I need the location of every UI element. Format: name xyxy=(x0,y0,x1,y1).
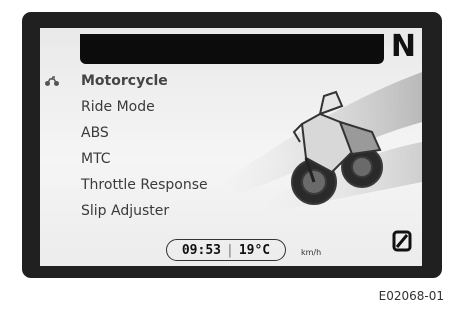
figure-reference: E02068-01 xyxy=(378,289,444,303)
menu-item-mtc[interactable]: MTC xyxy=(40,146,240,172)
ambient-temperature: 19°C xyxy=(238,242,271,258)
clock-time: 09:53 xyxy=(181,242,221,258)
zero-reset-icon xyxy=(392,230,412,252)
menu-item-label: Slip Adjuster xyxy=(81,203,170,219)
menu-item-label: Motorcycle xyxy=(81,73,168,89)
status-pill: 09:53 | 19°C xyxy=(166,239,286,261)
top-bar xyxy=(80,34,384,64)
menu-item-label: MTC xyxy=(81,151,111,167)
status-separator: | xyxy=(226,242,234,258)
gear-indicator: N xyxy=(390,29,416,64)
menu-item-abs[interactable]: ABS xyxy=(40,120,240,146)
tft-display: N Motorcycle Ride Mode ABS MTC Throttle … xyxy=(40,28,422,266)
menu-item-label: ABS xyxy=(81,125,109,141)
menu-item-label: Throttle Response xyxy=(81,177,208,193)
motorcycle-icon xyxy=(45,76,59,86)
menu-item-ride-mode[interactable]: Ride Mode xyxy=(40,94,240,120)
menu-item-throttle-response[interactable]: Throttle Response xyxy=(40,172,240,198)
speed-unit: km/h xyxy=(301,248,322,257)
settings-menu: Motorcycle Ride Mode ABS MTC Throttle Re… xyxy=(40,68,240,224)
menu-item-motorcycle[interactable]: Motorcycle xyxy=(40,68,240,94)
menu-item-label: Ride Mode xyxy=(81,99,155,115)
menu-item-slip-adjuster[interactable]: Slip Adjuster xyxy=(40,198,240,224)
